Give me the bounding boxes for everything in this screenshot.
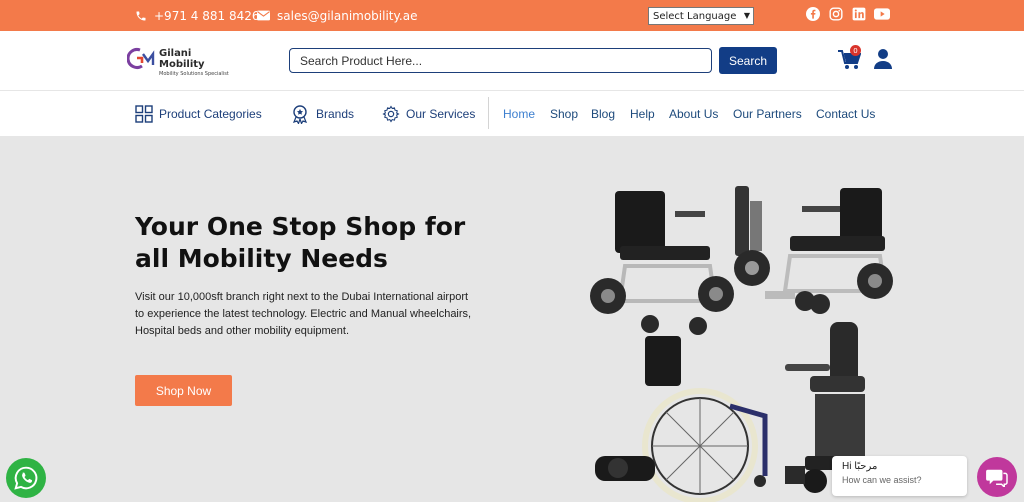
language-select[interactable]: Select Language ▼ <box>648 7 754 25</box>
whatsapp-icon <box>14 466 38 490</box>
gear-icon <box>382 104 400 123</box>
top-bar: +971 4 881 8426 sales@gilanimobility.ae … <box>0 0 1024 31</box>
nav-our-services[interactable]: Our Services <box>382 91 475 136</box>
hero-section: Your One Stop Shop for all Mobility Need… <box>0 136 1024 502</box>
linkedin-icon[interactable] <box>851 6 867 22</box>
nav-link-blog[interactable]: Blog <box>591 91 615 136</box>
chat-greeting: Hi مرحبًا <box>842 461 878 472</box>
nav-link-contact-us[interactable]: Contact Us <box>816 91 875 136</box>
cart-count-badge: 0 <box>850 45 861 56</box>
phone-link[interactable]: +971 4 881 8426 <box>135 0 259 31</box>
youtube-icon[interactable] <box>874 6 890 22</box>
electric-wheelchair-1 <box>590 191 734 335</box>
nav-divider <box>488 97 489 129</box>
nav-brands-label: Brands <box>316 106 355 121</box>
chat-icon <box>986 469 1008 487</box>
whatsapp-button[interactable] <box>6 458 46 498</box>
main-nav: Product Categories Brands Our Services H… <box>0 91 1024 136</box>
grid-icon <box>135 104 153 123</box>
search-button[interactable]: Search <box>719 47 777 74</box>
electric-wheelchair-2 <box>765 188 893 314</box>
search-input[interactable]: Search Product Here... <box>289 48 712 73</box>
nav-brands[interactable]: Brands <box>290 91 354 136</box>
email-address: sales@gilanimobility.ae <box>277 8 418 23</box>
shop-now-button[interactable]: Shop Now <box>135 375 232 406</box>
hero-title: Your One Stop Shop for all Mobility Need… <box>135 212 466 273</box>
nav-link-home[interactable]: Home <box>503 91 535 136</box>
instagram-icon[interactable] <box>828 6 844 22</box>
wheelchairs-collage-image <box>590 186 893 502</box>
logo-name: Gilani Mobility <box>159 48 205 70</box>
email-link[interactable]: sales@gilanimobility.ae <box>257 0 417 31</box>
nav-product-categories[interactable]: Product Categories <box>135 91 262 136</box>
site-logo[interactable]: Gilani Mobility Mobility Solutions Speci… <box>127 43 237 81</box>
folded-wheelchair <box>734 186 770 286</box>
badge-icon <box>292 104 308 124</box>
chevron-down-icon: ▼ <box>743 11 750 20</box>
email-icon <box>257 10 270 21</box>
nav-link-our-partners[interactable]: Our Partners <box>733 91 802 136</box>
language-select-label: Select Language <box>653 10 737 22</box>
manual-wheelchair <box>595 336 768 502</box>
hero-description: Visit our 10,000sft branch right next to… <box>135 291 472 337</box>
chat-prompt: How can we assist? <box>842 475 922 485</box>
phone-number: +971 4 881 8426 <box>154 8 260 23</box>
chat-greeting-bubble[interactable]: Hi مرحبًا How can we assist? <box>832 456 967 496</box>
nav-product-categories-label: Product Categories <box>159 106 262 121</box>
nav-our-services-label: Our Services <box>406 106 476 121</box>
logo-mark-icon <box>127 48 155 69</box>
nav-link-about-us[interactable]: About Us <box>669 91 718 136</box>
nav-link-shop[interactable]: Shop <box>550 91 578 136</box>
site-header: Gilani Mobility Mobility Solutions Speci… <box>0 31 1024 91</box>
user-account-icon[interactable] <box>873 48 893 70</box>
facebook-icon[interactable] <box>805 6 821 22</box>
nav-link-help[interactable]: Help <box>630 91 655 136</box>
phone-icon <box>136 11 146 20</box>
live-chat-button[interactable] <box>977 457 1017 497</box>
logo-tagline: Mobility Solutions Specialist <box>159 71 229 77</box>
